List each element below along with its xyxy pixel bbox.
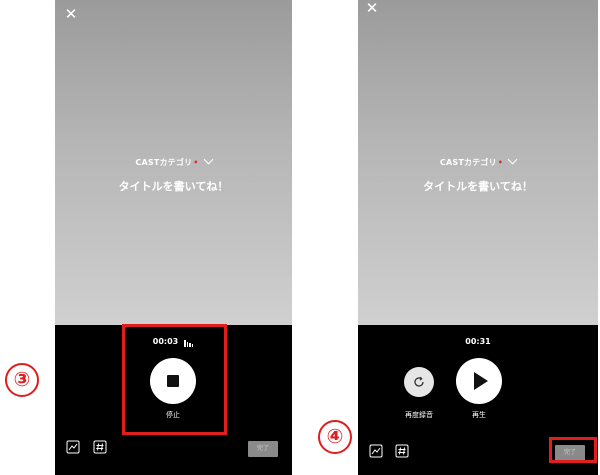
done-highlight — [549, 437, 597, 463]
cast-category-selector[interactable]: CASTカテゴリ• — [358, 154, 598, 168]
required-mark: • — [497, 158, 504, 167]
close-icon[interactable]: ✕ — [364, 0, 380, 16]
done-button[interactable]: 完了 — [248, 441, 278, 457]
step-badge-4: ④ — [318, 420, 352, 454]
rerecord-button[interactable] — [404, 367, 434, 397]
timer-value: 00:31 — [465, 337, 491, 346]
rerecord-label: 再度録音 — [405, 411, 433, 419]
recording-timer: 00:31 — [358, 337, 598, 346]
cover-area: ✕ CASTカテゴリ• タイトルを書いてね！ — [358, 0, 598, 325]
chevron-down-icon — [507, 154, 518, 165]
step-badge-3: ③ — [5, 363, 39, 397]
category-label: CASTカテゴリ — [135, 158, 193, 167]
close-icon[interactable]: ✕ — [63, 6, 79, 22]
stop-highlight — [122, 324, 227, 435]
tutorial-canvas: ✕ CASTカテゴリ• タイトルを書いてね！ 00:03 停止 完了 ③ ✕ C… — [0, 0, 600, 475]
cover-area: ✕ CASTカテゴリ• タイトルを書いてね！ — [55, 0, 292, 325]
play-icon — [474, 372, 488, 390]
refresh-icon — [414, 376, 424, 387]
play-label: 再生 — [472, 411, 486, 419]
title-input[interactable]: タイトルを書いてね！ — [358, 178, 598, 194]
playback-screen: ✕ CASTカテゴリ• タイトルを書いてね！ 00:31 再度録音 再生 完了 — [358, 0, 598, 475]
chevron-down-icon — [203, 154, 214, 165]
hashtag-icon[interactable] — [93, 440, 107, 454]
title-input[interactable]: タイトルを書いてね！ — [55, 178, 292, 194]
cast-category-selector[interactable]: CASTカテゴリ• — [55, 154, 292, 168]
chart-icon[interactable] — [66, 440, 80, 454]
chart-icon[interactable] — [369, 444, 383, 458]
required-mark: • — [193, 158, 199, 167]
hashtag-icon[interactable] — [395, 444, 409, 458]
play-button[interactable] — [456, 358, 502, 404]
category-label: CASTカテゴリ — [439, 158, 497, 167]
